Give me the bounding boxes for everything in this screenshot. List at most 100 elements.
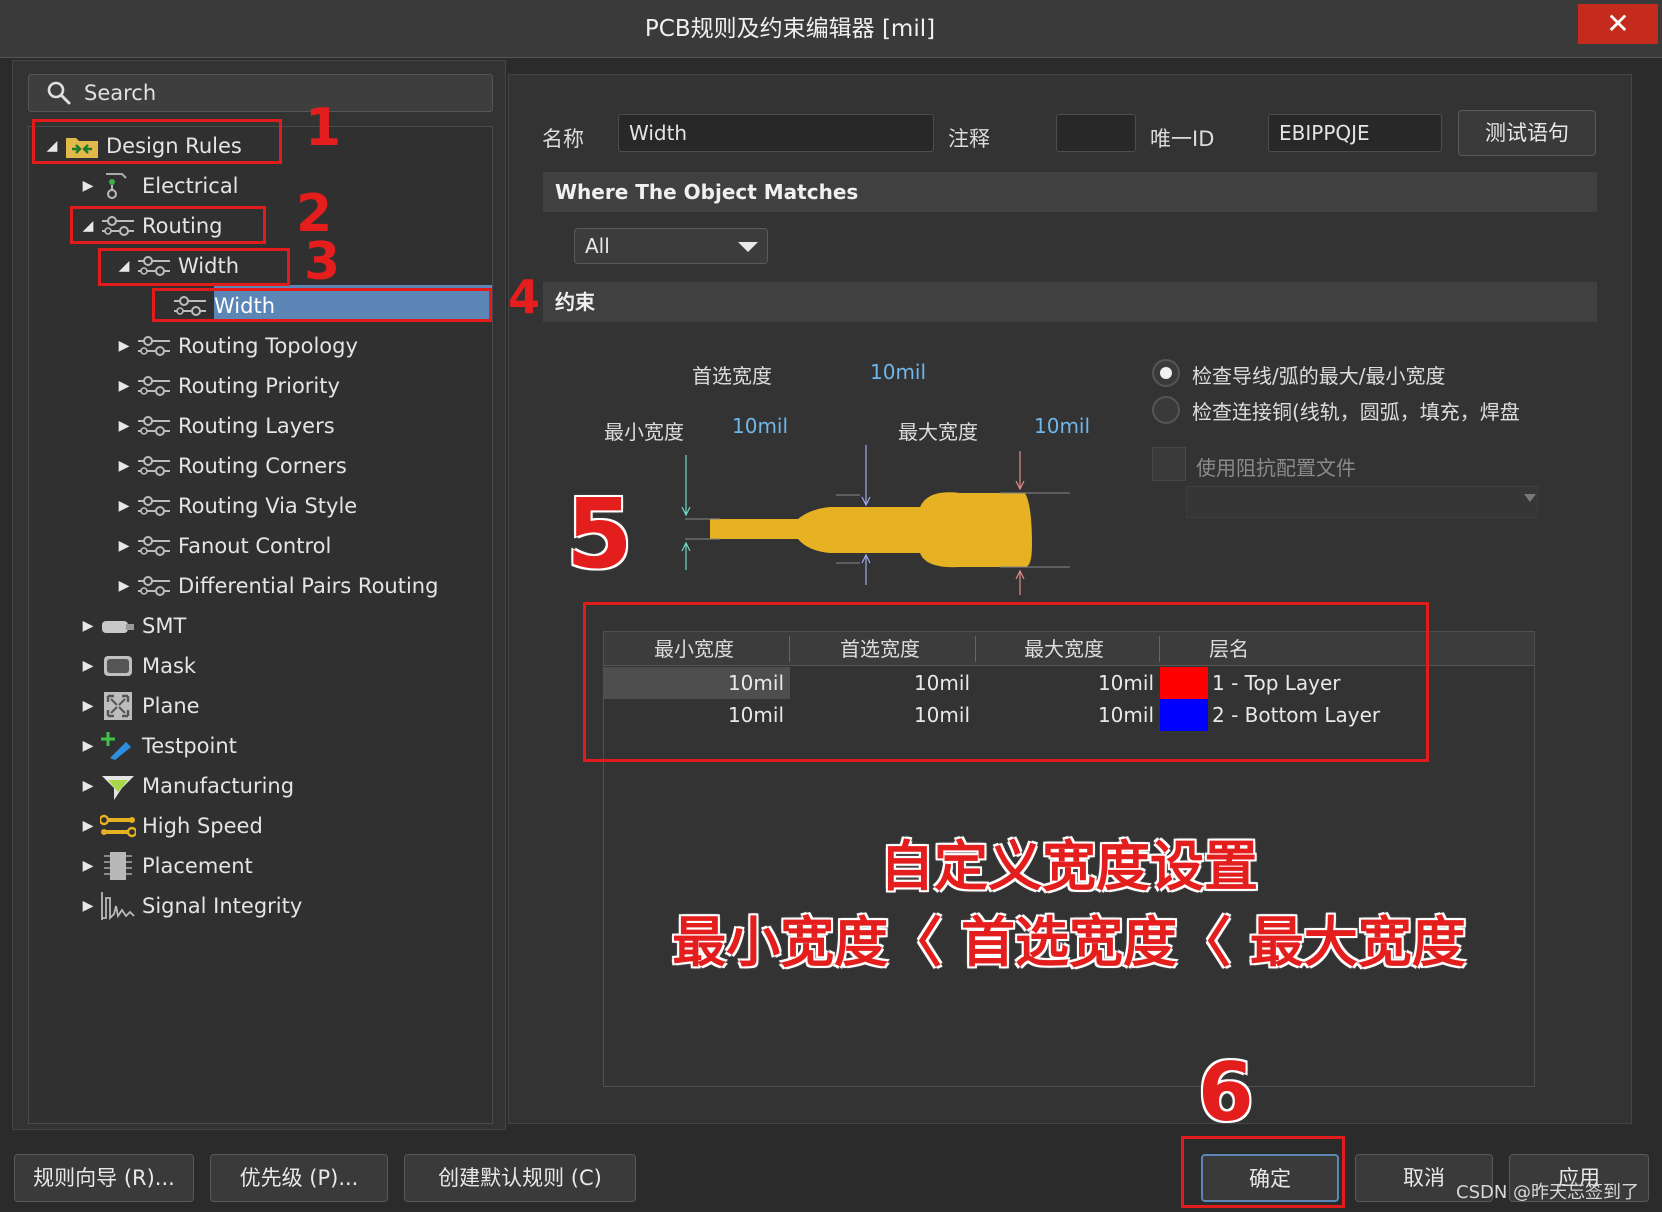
expand-arrow-icon[interactable]: ▶	[116, 326, 132, 366]
signal-integrity-icon	[100, 892, 136, 921]
comment-field[interactable]	[1056, 114, 1136, 152]
min-width-label: 最小宽度	[604, 420, 684, 444]
check-copper-label: 检查连接铜(线轨，圆弧，填充，焊盘	[1192, 400, 1520, 424]
tree-item-design-rules[interactable]: ◢ Design Rules	[0, 126, 492, 166]
cell-preferred-width[interactable]: 10mil	[794, 699, 970, 731]
min-width-value[interactable]: 10mil	[732, 414, 788, 438]
test-statement-button[interactable]: 测试语句	[1458, 110, 1596, 156]
cell-min-width[interactable]: 10mil	[604, 667, 784, 699]
create-default-rules-button[interactable]: 创建默认规则 (C)	[404, 1154, 636, 1202]
ok-button[interactable]: 确定	[1201, 1154, 1339, 1202]
tree-item-label: Width	[178, 254, 240, 278]
tree-item-manufacturing[interactable]: ▶ Manufacturing	[0, 766, 492, 806]
expand-arrow-icon[interactable]: ▶	[80, 766, 96, 806]
cell-max-width[interactable]: 10mil	[980, 667, 1154, 699]
expand-arrow-icon[interactable]: ▶	[80, 806, 96, 846]
comment-label: 注释	[948, 127, 990, 151]
manufacturing-icon	[100, 772, 136, 800]
uid-field[interactable]: EBIPPQJE	[1268, 114, 1442, 152]
expand-arrow-icon[interactable]: ▶	[80, 606, 96, 646]
max-width-value[interactable]: 10mil	[1034, 414, 1090, 438]
mask-icon	[100, 652, 136, 680]
folder-rules-icon	[64, 132, 100, 160]
expand-arrow-icon[interactable]: ▶	[116, 446, 132, 486]
name-label: 名称	[542, 127, 584, 151]
routing-icon	[136, 572, 172, 600]
col-max-width[interactable]: 最大宽度	[1024, 632, 1104, 666]
tree-item-label: Signal Integrity	[142, 894, 303, 918]
name-field[interactable]: Width	[618, 114, 934, 152]
tree-item-testpoint[interactable]: ▶ Testpoint	[0, 726, 492, 766]
routing-icon	[136, 332, 172, 360]
expand-arrow-icon[interactable]: ▶	[116, 566, 132, 606]
check-copper-radio[interactable]	[1152, 396, 1180, 424]
expand-arrow-icon[interactable]: ▶	[116, 406, 132, 446]
tree-item-signal-integrity[interactable]: ▶ Signal Integrity	[0, 886, 492, 926]
tree-item-label: Routing Corners	[178, 454, 347, 478]
cell-layer-name: 2 - Bottom Layer	[1212, 703, 1381, 727]
col-preferred-width[interactable]: 首选宽度	[840, 632, 920, 666]
search-input[interactable]	[84, 76, 484, 110]
tree-item-differential-pairs-routing[interactable]: ▶ Differential Pairs Routing	[0, 566, 492, 606]
check-trace-width-label: 检查导线/弧的最大/最小宽度	[1192, 364, 1446, 388]
rule-wizard-button[interactable]: 规则向导 (R)...	[14, 1154, 194, 1202]
expand-arrow-icon[interactable]: ▶	[80, 726, 96, 766]
routing-icon	[100, 212, 136, 240]
tree-item-label: Routing	[142, 214, 223, 238]
expand-arrow-icon[interactable]: ▶	[80, 686, 96, 726]
tree-item-label: High Speed	[142, 814, 263, 838]
tree-item-width[interactable]: ◢ Width	[0, 246, 492, 286]
tree-item-routing-layers[interactable]: ▶ Routing Layers	[0, 406, 492, 446]
preferred-width-label: 首选宽度	[692, 364, 772, 388]
trace-width-diagram	[681, 445, 1070, 595]
tree-item-routing-via-style[interactable]: ▶ Routing Via Style	[0, 486, 492, 526]
tree-item-fanout-control[interactable]: ▶ Fanout Control	[0, 526, 492, 566]
cell-min-width[interactable]: 10mil	[604, 699, 784, 731]
tree-item-placement[interactable]: ▶ Placement	[0, 846, 492, 886]
priority-button[interactable]: 优先级 (P)...	[210, 1154, 388, 1202]
expand-arrow-icon[interactable]: ▶	[116, 526, 132, 566]
collapse-arrow-icon[interactable]: ◢	[44, 126, 60, 166]
cell-max-width[interactable]: 10mil	[980, 699, 1154, 731]
tree-item-label: Manufacturing	[142, 774, 295, 798]
tree-item-label: Plane	[142, 694, 200, 718]
cell-preferred-width[interactable]: 10mil	[794, 667, 970, 699]
routing-icon	[136, 452, 172, 480]
tree-item-electrical[interactable]: ▶ Electrical	[0, 166, 492, 206]
tree-item-routing-topology[interactable]: ▶ Routing Topology	[0, 326, 492, 366]
tree-item-label: Electrical	[142, 174, 239, 198]
chevron-down-icon	[738, 242, 758, 252]
tree-item-routing[interactable]: ◢ Routing	[0, 206, 492, 246]
impedance-profile-checkbox[interactable]	[1152, 447, 1186, 481]
tree-item-plane[interactable]: ▶ Plane	[0, 686, 492, 726]
check-trace-width-radio[interactable]	[1152, 359, 1180, 387]
collapse-arrow-icon[interactable]: ◢	[80, 206, 96, 246]
expand-arrow-icon[interactable]: ▶	[80, 846, 96, 886]
impedance-profile-select[interactable]	[1186, 486, 1538, 518]
expand-arrow-icon[interactable]: ▶	[80, 886, 96, 926]
preferred-width-value[interactable]: 10mil	[870, 360, 926, 384]
close-button[interactable]: ✕	[1578, 4, 1658, 44]
tree-item-smt[interactable]: ▶ SMT	[0, 606, 492, 646]
chevron-down-icon	[1524, 494, 1536, 502]
tree-item-mask[interactable]: ▶ Mask	[0, 646, 492, 686]
plane-icon	[100, 692, 136, 720]
col-min-width[interactable]: 最小宽度	[654, 632, 734, 666]
expand-arrow-icon[interactable]: ▶	[116, 366, 132, 406]
annotation-number-3: 3	[304, 232, 341, 292]
routing-icon	[136, 372, 172, 400]
where-object-matches-header: Where The Object Matches	[543, 172, 1597, 212]
tree-item-high-speed[interactable]: ▶ High Speed	[0, 806, 492, 846]
expand-arrow-icon[interactable]: ▶	[116, 486, 132, 526]
tree-item-routing-priority[interactable]: ▶ Routing Priority	[0, 366, 492, 406]
col-layer-name[interactable]: 层名	[1209, 632, 1249, 666]
expand-arrow-icon[interactable]: ▶	[80, 166, 96, 206]
expand-arrow-icon[interactable]: ▶	[80, 646, 96, 686]
collapse-arrow-icon[interactable]: ◢	[116, 246, 132, 286]
routing-icon	[136, 412, 172, 440]
tree-item-label: Design Rules	[106, 134, 242, 158]
tree-item-label: Mask	[142, 654, 197, 678]
tree-item-routing-corners[interactable]: ▶ Routing Corners	[0, 446, 492, 486]
tree-item-width[interactable]: Width	[0, 286, 492, 326]
search-icon	[46, 80, 72, 106]
